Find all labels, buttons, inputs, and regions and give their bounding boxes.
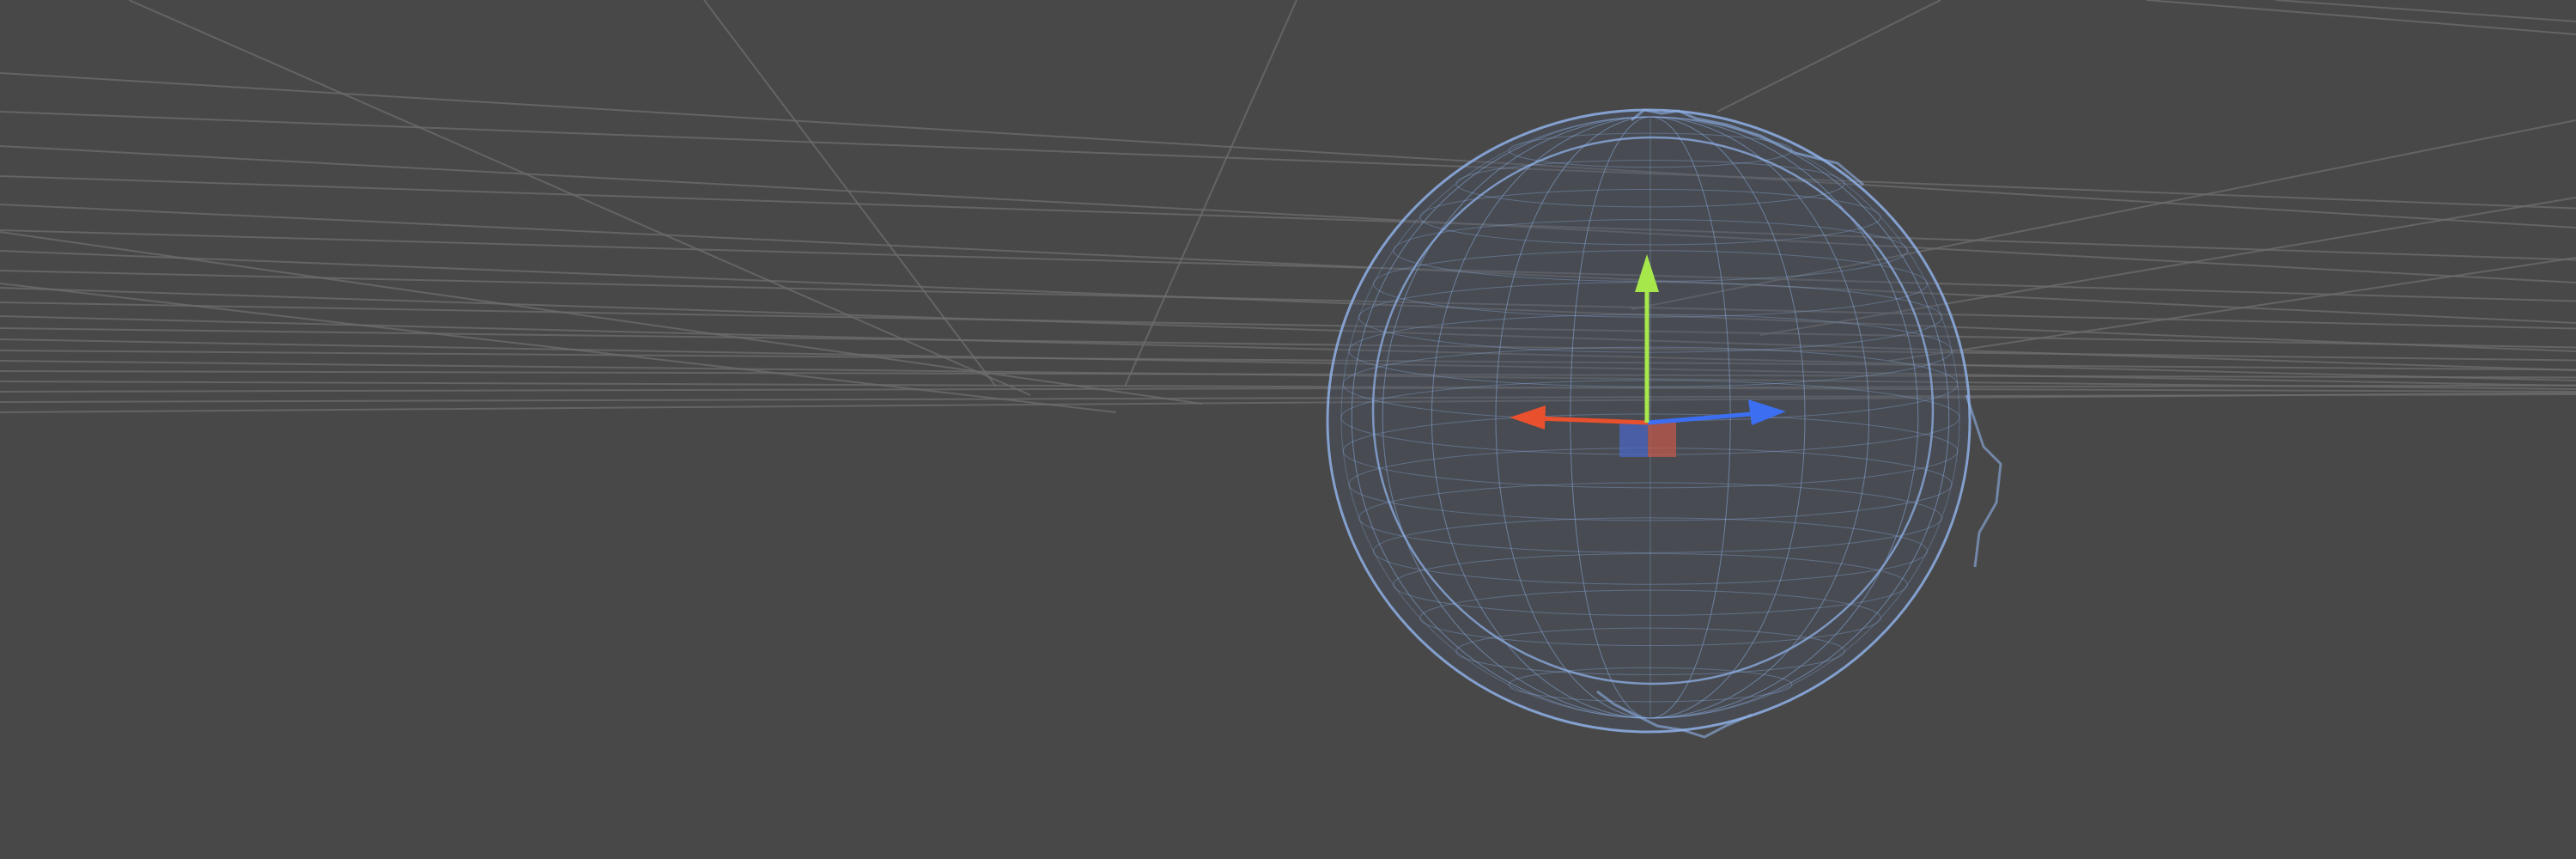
grid-line <box>703 0 997 387</box>
grid-line <box>1716 0 1941 113</box>
xy-plane-handle[interactable] <box>1619 421 1648 457</box>
grid-line <box>0 204 2576 324</box>
grid-line <box>0 111 2576 210</box>
scene-viewport[interactable] <box>0 0 2576 859</box>
grid-line <box>2275 0 2576 22</box>
grid-line <box>0 338 2576 387</box>
ground-grid <box>0 0 2576 413</box>
grid-line <box>0 72 2576 228</box>
yz-plane-handle[interactable] <box>1648 421 1676 457</box>
grid-line <box>0 350 2576 371</box>
grid-line <box>0 370 2576 379</box>
grid-line <box>0 175 2576 261</box>
grid-line <box>0 392 2576 413</box>
grid-line <box>0 283 1117 413</box>
grid-line <box>0 327 2576 362</box>
viewport-canvas[interactable] <box>0 0 2576 859</box>
